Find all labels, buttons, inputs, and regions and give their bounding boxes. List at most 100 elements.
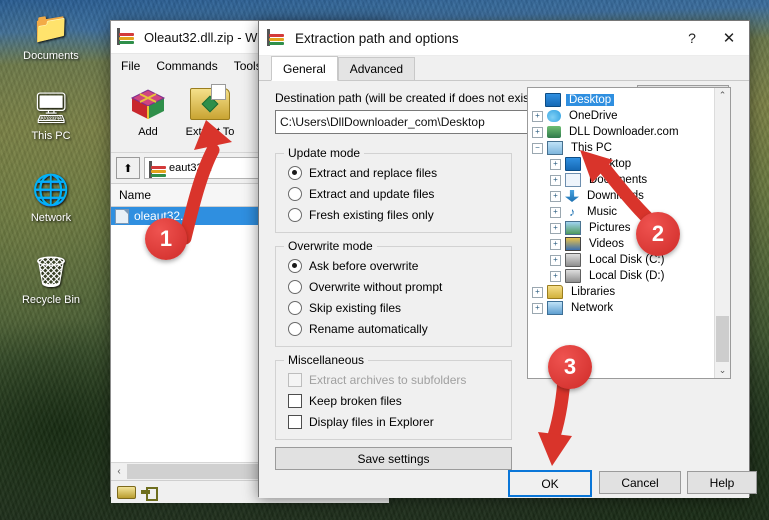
radio-extract-and-update-files[interactable]: Extract and update files: [288, 187, 434, 201]
radio-indicator: [288, 187, 302, 201]
checkbox-display-files-in-explorer[interactable]: Display files in Explorer: [288, 415, 434, 429]
close-icon[interactable]: ✕: [709, 22, 749, 55]
desktop-icon-documents[interactable]: 📁 Documents: [6, 8, 96, 62]
this-pc-icon: 🖥: [31, 92, 71, 125]
archive-box-icon: [117, 82, 179, 126]
step-number: 2: [651, 221, 665, 246]
tree-node[interactable]: + Pictures: [532, 220, 715, 236]
tree-node[interactable]: + Local Disk (C:): [532, 252, 715, 268]
desktop-icon-recycle-bin[interactable]: 🗑 Recycle Bin: [6, 252, 96, 306]
menu-item-file[interactable]: File: [121, 59, 140, 73]
down-icon: [565, 190, 579, 202]
cancel-button[interactable]: Cancel: [599, 471, 681, 494]
tree-node[interactable]: + Local Disk (D:): [532, 268, 715, 284]
scrollbar-thumb[interactable]: [716, 316, 729, 362]
dialog-body: Destination path (will be created if doe…: [259, 81, 757, 498]
vid-icon: [565, 237, 581, 251]
tree-node-label: OneDrive: [569, 110, 618, 122]
tree-node[interactable]: + Libraries: [532, 284, 715, 300]
tree-node[interactable]: + Documents: [532, 172, 715, 188]
tree-node[interactable]: + OneDrive: [532, 108, 715, 124]
radio-indicator: [288, 208, 302, 222]
save-settings-button[interactable]: Save settings: [275, 447, 512, 470]
toolbar-label: Add: [138, 126, 158, 138]
tree-node[interactable]: + Downloads: [532, 188, 715, 204]
step-number: 3: [563, 354, 577, 379]
tree-node[interactable]: + DLL Downloader.com: [532, 124, 715, 140]
tree-expander-icon[interactable]: +: [550, 190, 561, 202]
scroll-down-arrow-icon[interactable]: ⌄: [715, 363, 730, 378]
help-footer-button[interactable]: Help: [687, 471, 757, 494]
option-label: Extract archives to subfolders: [309, 373, 467, 387]
winrar-app-icon: [117, 28, 137, 46]
archive-path-value: eaut32.d: [169, 162, 212, 174]
tree-node-label: Network: [571, 302, 614, 314]
desktop-icon-network[interactable]: 🌐 Network: [6, 170, 96, 224]
tree-expander-icon[interactable]: +: [550, 222, 561, 234]
menu-item-commands[interactable]: Commands: [156, 59, 217, 73]
extract-folder-icon: [179, 82, 241, 126]
tree-node[interactable]: + Videos: [532, 236, 715, 252]
destination-path-value: C:\Users\DllDownloader_com\Desktop: [280, 115, 485, 129]
tree-expander-icon[interactable]: +: [532, 126, 543, 138]
tab-advanced[interactable]: Advanced: [337, 57, 416, 80]
tree-expander-icon[interactable]: −: [532, 142, 543, 154]
tree-node[interactable]: Desktop: [532, 92, 715, 108]
miscellaneous-group: Miscellaneous Extract archives to subfol…: [275, 353, 512, 440]
tree-node-label: DLL Downloader.com: [569, 126, 679, 138]
lib-icon: [547, 285, 563, 299]
radio-extract-and-replace-files[interactable]: Extract and replace files: [288, 166, 437, 180]
tree-expander-icon[interactable]: +: [532, 302, 543, 314]
tree-expander-icon[interactable]: +: [532, 286, 543, 298]
help-button[interactable]: ?: [675, 22, 709, 55]
radio-indicator: [288, 322, 302, 336]
net-icon: [547, 301, 563, 315]
tree-expander-icon[interactable]: +: [550, 238, 561, 250]
option-label: Extract and replace files: [309, 166, 438, 180]
tree-node[interactable]: + Network: [532, 300, 715, 316]
tab-general[interactable]: General: [271, 56, 338, 81]
disk-icon: [565, 253, 581, 267]
radio-rename-automatically[interactable]: Rename automatically: [288, 322, 428, 336]
group-caption: Miscellaneous: [284, 353, 369, 367]
tree-node-label: Desktop: [589, 158, 632, 170]
radio-skip-existing-files[interactable]: Skip existing files: [288, 301, 401, 315]
tree-node[interactable]: + Desktop: [532, 156, 715, 172]
tree-expander-icon[interactable]: +: [532, 110, 543, 122]
column-header-name: Name: [119, 188, 152, 202]
dialog-title-bar[interactable]: Extraction path and options ? ✕: [259, 21, 749, 56]
dll-file-icon: [115, 208, 129, 224]
radio-ask-before-overwrite[interactable]: Ask before overwrite: [288, 259, 418, 273]
radio-fresh-existing-files-only[interactable]: Fresh existing files only: [288, 208, 434, 222]
scroll-left-arrow-icon[interactable]: ‹: [111, 466, 127, 477]
radio-indicator: [288, 280, 302, 294]
destination-path-label: Destination path (will be created if doe…: [275, 91, 537, 105]
tree-expander-icon[interactable]: +: [550, 254, 561, 266]
desktop-icon-label: Network: [30, 212, 72, 224]
option-label: Rename automatically: [309, 322, 428, 336]
button-label: Save settings: [357, 451, 430, 466]
desktop-icon-this-pc[interactable]: 🖥 This PC: [6, 88, 96, 142]
checkbox-keep-broken-files[interactable]: Keep broken files: [288, 394, 402, 408]
up-one-level-button[interactable]: ⬆: [116, 157, 140, 179]
toolbar-button-add[interactable]: Add: [117, 82, 179, 138]
step-badge-1: 1: [145, 218, 187, 260]
radio-overwrite-without-prompt[interactable]: Overwrite without prompt: [288, 280, 442, 294]
tree-node-label: Local Disk (D:): [589, 270, 665, 282]
destination-folder-tree[interactable]: Desktop + OneDrive + DLL Downloader.com − This…: [527, 87, 731, 379]
scroll-up-arrow-icon[interactable]: ⌃: [715, 88, 730, 103]
tree-expander-icon[interactable]: +: [550, 174, 561, 186]
checkbox-indicator: [288, 394, 302, 408]
tree-expander-icon[interactable]: +: [550, 206, 561, 218]
ok-button[interactable]: OK: [508, 470, 592, 497]
tree-vertical-scrollbar[interactable]: ⌃ ⌄: [714, 88, 730, 378]
tree-node[interactable]: − This PC: [532, 140, 715, 156]
radio-indicator: [288, 301, 302, 315]
dialog-title: Extraction path and options: [295, 30, 459, 46]
tree-node[interactable]: + ♪ Music: [532, 204, 715, 220]
toolbar-button-extract-to[interactable]: Extract To: [179, 82, 241, 138]
tree-expander-icon[interactable]: +: [550, 270, 561, 282]
button-label: Help: [709, 475, 735, 490]
tree-expander-icon[interactable]: +: [550, 158, 561, 170]
option-label: Fresh existing files only: [309, 208, 434, 222]
